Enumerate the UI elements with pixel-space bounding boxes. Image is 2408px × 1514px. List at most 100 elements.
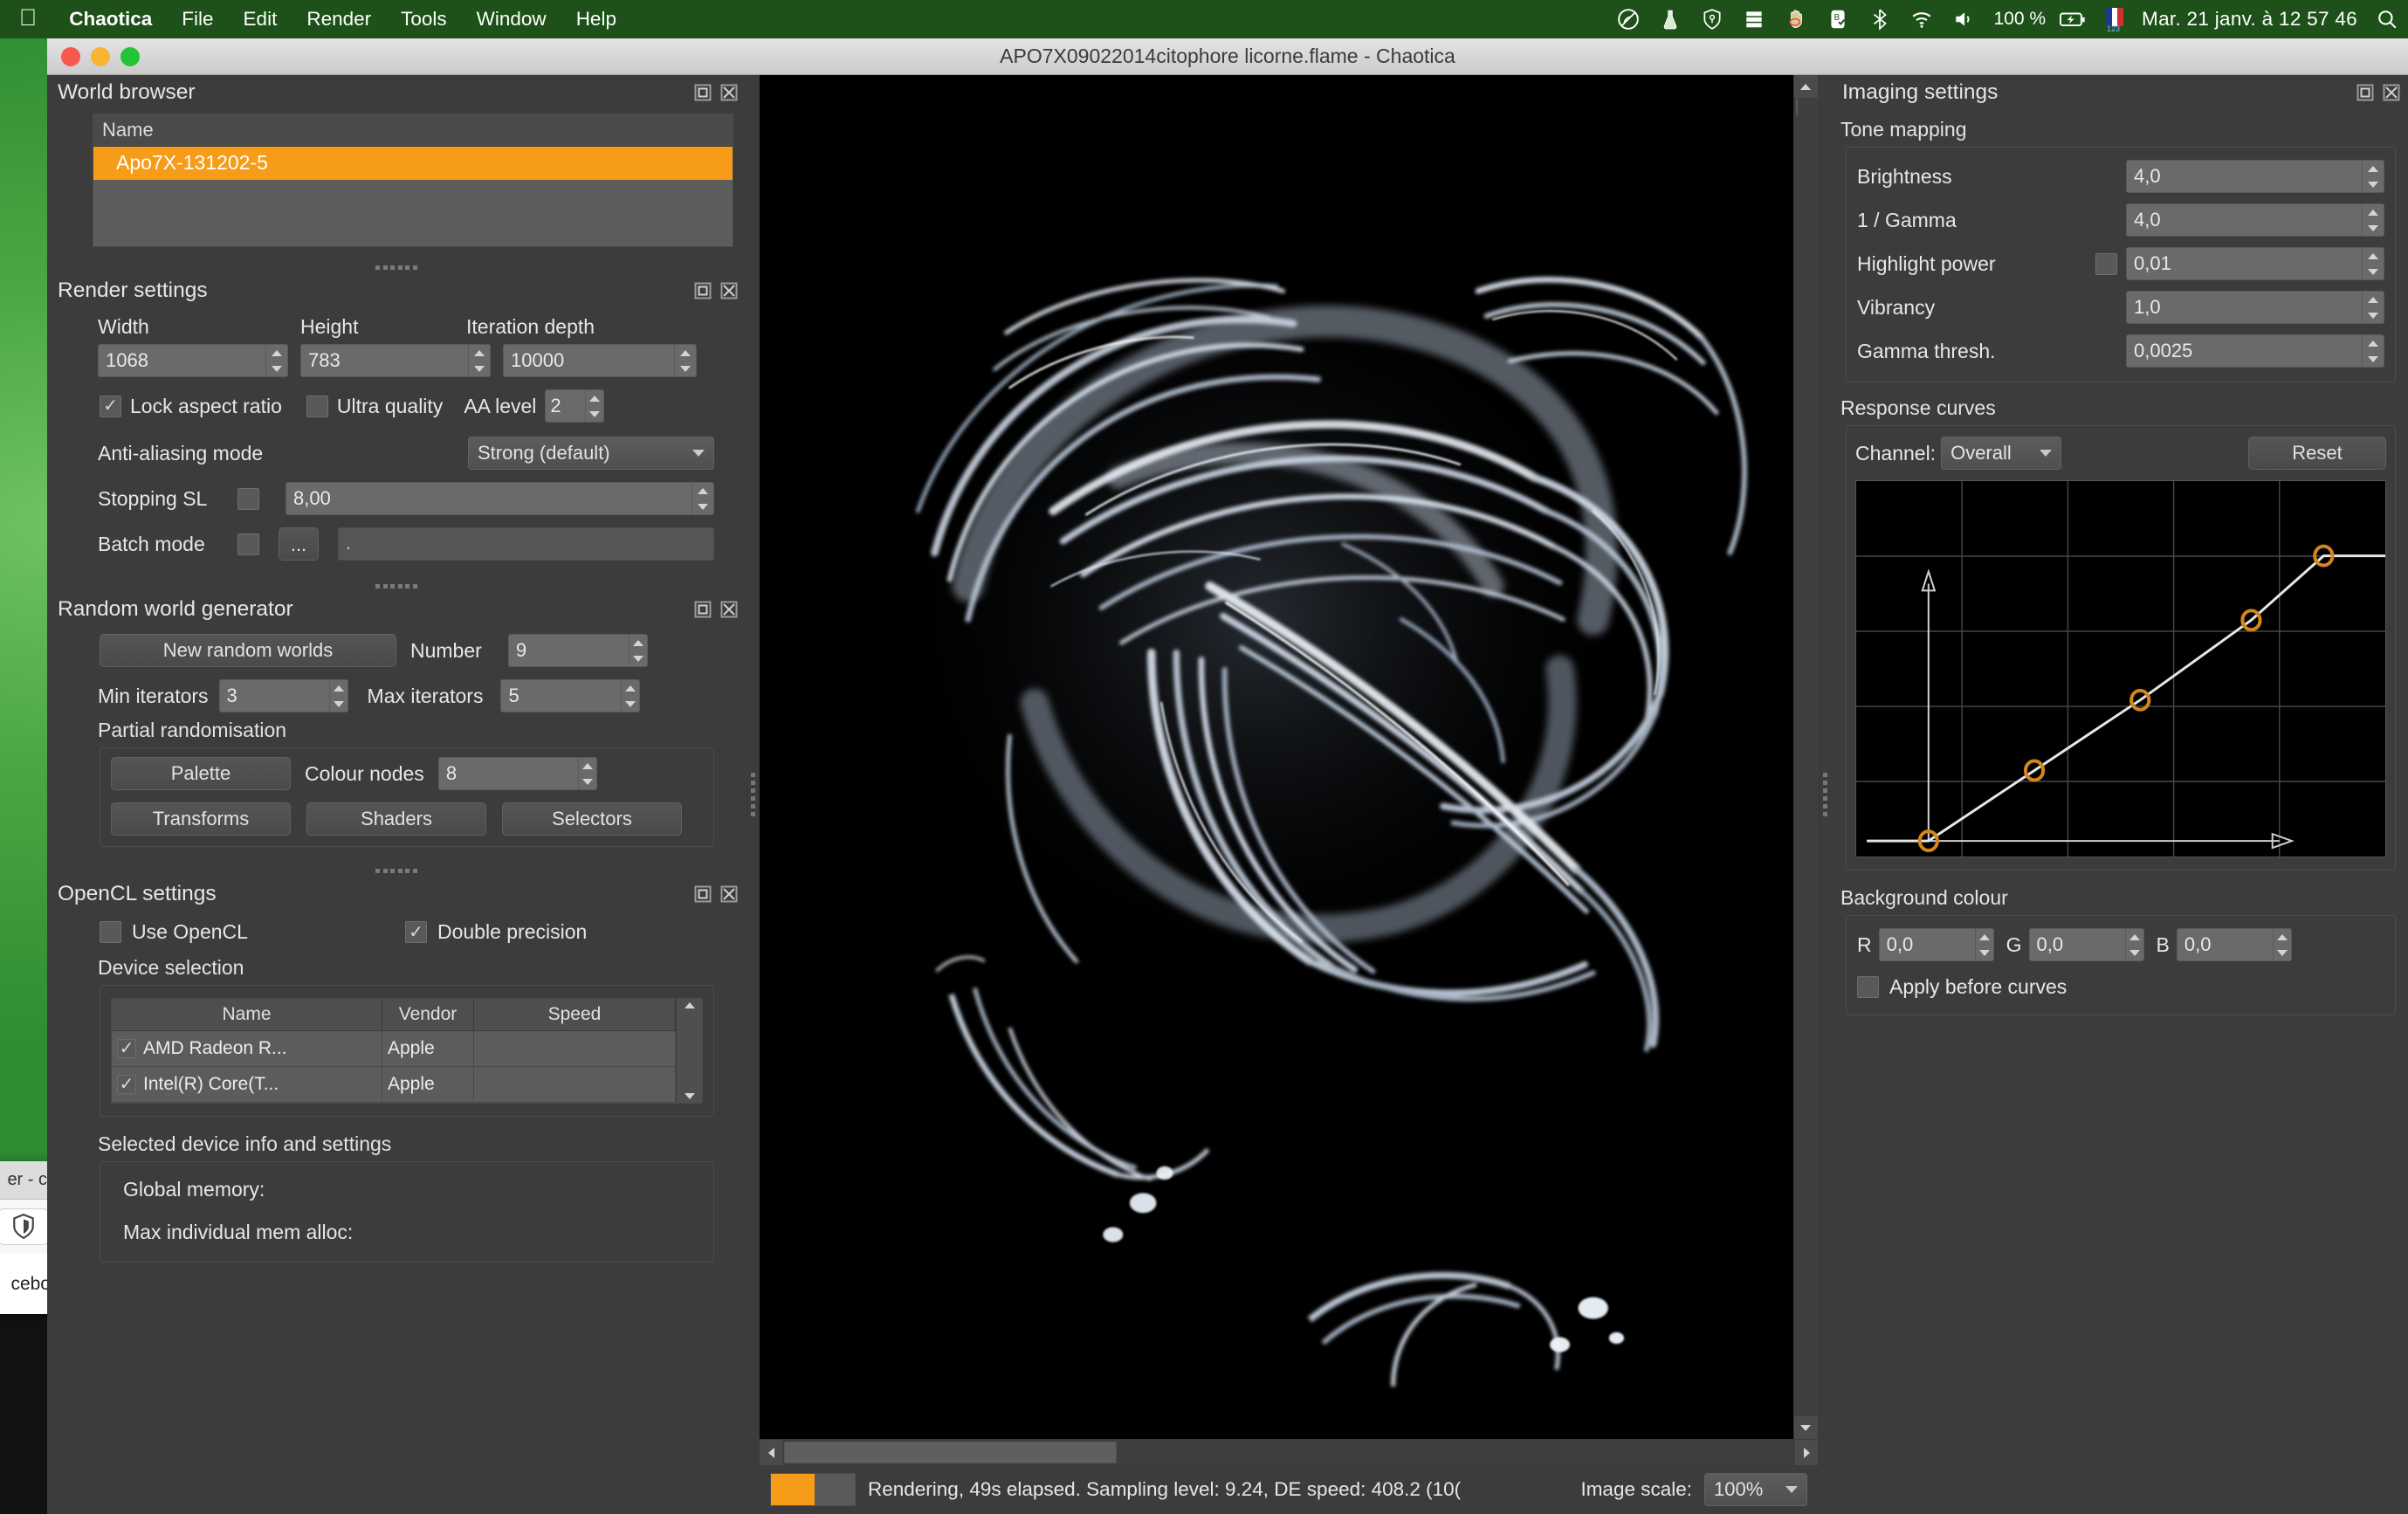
brightness-stepper-arrows[interactable] bbox=[2362, 160, 2384, 193]
gamma-threshold-input[interactable]: 0,0025 bbox=[2126, 334, 2362, 368]
response-curve-editor[interactable] bbox=[1855, 480, 2386, 857]
float-panel-icon[interactable] bbox=[2356, 83, 2375, 102]
colour-nodes-stepper-arrows[interactable] bbox=[577, 757, 597, 790]
scroll-up-button[interactable] bbox=[1793, 75, 1818, 98]
scroll-down-button[interactable] bbox=[1793, 1416, 1818, 1439]
scroll-up-icon[interactable] bbox=[684, 1002, 695, 1008]
brightness-input[interactable]: 4,0 bbox=[2126, 160, 2362, 193]
inverse-gamma-stepper[interactable]: 4,0 bbox=[2126, 203, 2384, 237]
background-browser-tab[interactable]: er - c bbox=[0, 1161, 52, 1200]
ultra-quality-checkbox[interactable] bbox=[306, 395, 328, 417]
canvas-horizontal-scrollbar[interactable] bbox=[760, 1439, 1818, 1465]
number-stepper-arrows[interactable] bbox=[628, 634, 648, 667]
bg-blue-input[interactable]: 0,0 bbox=[2176, 928, 2273, 961]
bg-red-input[interactable]: 0,0 bbox=[1878, 928, 1975, 961]
width-step-up[interactable] bbox=[266, 345, 287, 361]
menu-item-render[interactable]: Render bbox=[292, 8, 386, 31]
gamma-threshold-step-up[interactable] bbox=[2363, 335, 2384, 351]
search-icon[interactable] bbox=[2366, 8, 2408, 31]
brightness-step-up[interactable] bbox=[2363, 161, 2384, 176]
scroll-right-button[interactable] bbox=[1795, 1440, 1818, 1465]
close-panel-icon[interactable] bbox=[2382, 83, 2401, 102]
apply-before-curves-checkbox[interactable] bbox=[1857, 976, 1879, 998]
bg-green-step-up[interactable] bbox=[2126, 929, 2143, 945]
bg-green-input[interactable]: 0,0 bbox=[2028, 928, 2125, 961]
canvas-vertical-scrollbar[interactable] bbox=[1792, 75, 1818, 1439]
max-iterators-step-up[interactable] bbox=[622, 680, 639, 696]
min-iterators-input[interactable]: 3 bbox=[218, 679, 329, 712]
close-panel-icon[interactable] bbox=[719, 600, 739, 619]
colour-nodes-stepper[interactable]: 8 bbox=[437, 757, 597, 790]
batch-mode-checkbox[interactable] bbox=[237, 533, 259, 555]
new-random-worlds-button[interactable]: New random worlds bbox=[100, 634, 396, 667]
scroll-down-icon[interactable] bbox=[684, 1093, 695, 1099]
bluetooth-icon[interactable] bbox=[1859, 8, 1901, 31]
height-step-down[interactable] bbox=[469, 361, 490, 376]
close-panel-icon[interactable] bbox=[719, 884, 739, 904]
highlight-power-step-up[interactable] bbox=[2363, 248, 2384, 264]
height-input[interactable]: 783 bbox=[300, 344, 468, 377]
gamma-threshold-stepper-arrows[interactable] bbox=[2362, 334, 2384, 368]
splitter-handle[interactable] bbox=[47, 580, 746, 592]
gamma-threshold-step-down[interactable] bbox=[2363, 351, 2384, 367]
bitwarden-icon[interactable]: B bbox=[1817, 8, 1859, 31]
width-step-down[interactable] bbox=[266, 361, 287, 376]
bg-blue-stepper[interactable]: 0,0 bbox=[2176, 928, 2292, 961]
min-iterators-step-down[interactable] bbox=[330, 696, 347, 712]
shield-icon[interactable] bbox=[0, 1208, 49, 1245]
highlight-power-step-down[interactable] bbox=[2363, 264, 2384, 279]
number-input[interactable]: 9 bbox=[507, 634, 629, 667]
palette-button[interactable]: Palette bbox=[111, 757, 291, 790]
min-iterators-step-up[interactable] bbox=[330, 680, 347, 696]
iteration-depth-stepper[interactable]: 10000 bbox=[503, 344, 697, 377]
shaders-button[interactable]: Shaders bbox=[306, 802, 486, 836]
bg-blue-step-down[interactable] bbox=[2274, 945, 2291, 960]
stopping-sl-stepper[interactable]: 8,00 bbox=[286, 482, 714, 515]
bg-red-step-up[interactable] bbox=[1976, 929, 1993, 945]
device-table[interactable]: Name Vendor Speed AMD Radeon R... Apple bbox=[111, 998, 703, 1104]
fr-flag-icon[interactable]: 123 bbox=[2096, 8, 2133, 33]
vibrancy-stepper[interactable]: 1,0 bbox=[2126, 291, 2384, 324]
splitter-handle[interactable] bbox=[47, 864, 746, 877]
menu-bar-clock[interactable]: Mar. 21 janv. à 12 57 46 bbox=[2133, 8, 2366, 31]
device-enabled-checkbox[interactable] bbox=[117, 1039, 136, 1058]
bg-blue-step-up[interactable] bbox=[2274, 929, 2291, 945]
colour-nodes-input[interactable]: 8 bbox=[437, 757, 578, 790]
stopping-sl-checkbox[interactable] bbox=[237, 487, 259, 510]
shield-check-icon[interactable] bbox=[1691, 8, 1733, 31]
colour-nodes-step-up[interactable] bbox=[579, 758, 596, 774]
stopping-sl-step-up[interactable] bbox=[692, 483, 713, 499]
aa-level-input[interactable]: 2 bbox=[545, 389, 586, 423]
float-panel-icon[interactable] bbox=[693, 83, 712, 102]
aa-level-stepper[interactable]: 2 bbox=[545, 389, 605, 423]
volume-icon[interactable] bbox=[1943, 8, 1985, 31]
vibrancy-stepper-arrows[interactable] bbox=[2362, 291, 2384, 324]
vibrancy-step-up[interactable] bbox=[2363, 292, 2384, 307]
highlight-power-stepper[interactable]: 0,01 bbox=[2126, 247, 2384, 280]
horizontal-scroll-track[interactable] bbox=[782, 1440, 1795, 1465]
min-iterators-stepper-arrows[interactable] bbox=[328, 679, 348, 712]
close-panel-icon[interactable] bbox=[719, 281, 739, 300]
iteration-depth-input[interactable]: 10000 bbox=[503, 344, 674, 377]
menu-item-chaotica[interactable]: Chaotica bbox=[54, 8, 167, 31]
scroll-left-button[interactable] bbox=[760, 1440, 782, 1465]
min-iterators-stepper[interactable]: 3 bbox=[218, 679, 348, 712]
vertical-scroll-track[interactable] bbox=[1793, 98, 1818, 1416]
table-row[interactable]: AMD Radeon R... Apple bbox=[112, 1031, 676, 1067]
flask-icon[interactable] bbox=[1649, 8, 1691, 31]
number-stepper[interactable]: 9 bbox=[507, 634, 648, 667]
device-enabled-checkbox[interactable] bbox=[117, 1075, 136, 1094]
vibrancy-input[interactable]: 1,0 bbox=[2126, 291, 2362, 324]
brightness-stepper[interactable]: 4,0 bbox=[2126, 160, 2384, 193]
iteration-depth-step-down[interactable] bbox=[675, 361, 696, 376]
lock-aspect-ratio-checkbox[interactable] bbox=[100, 395, 121, 417]
right-splitter[interactable] bbox=[1818, 75, 1832, 1514]
highlight-power-stepper-arrows[interactable] bbox=[2362, 247, 2384, 280]
bg-red-step-down[interactable] bbox=[1976, 945, 1993, 960]
wifi-icon[interactable] bbox=[1901, 8, 1943, 31]
brightness-step-down[interactable] bbox=[2363, 176, 2384, 192]
reset-curves-button[interactable]: Reset bbox=[2248, 437, 2386, 470]
transforms-button[interactable]: Transforms bbox=[111, 802, 291, 836]
max-iterators-step-down[interactable] bbox=[622, 696, 639, 712]
response-curve-plot[interactable] bbox=[1856, 481, 2385, 857]
